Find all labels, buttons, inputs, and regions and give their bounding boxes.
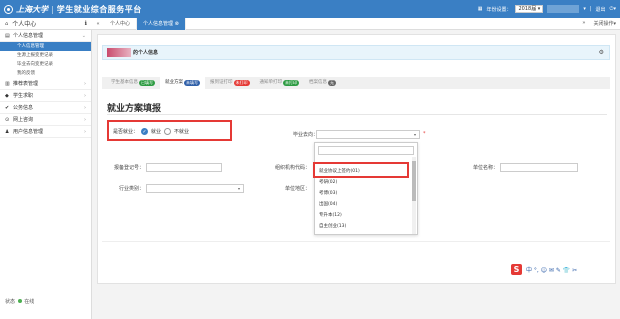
sidebar-info-icon[interactable]: ℹ — [85, 20, 87, 27]
industry-label: 行业类别： — [118, 186, 144, 192]
chevron-right-icon: › — [84, 92, 86, 99]
dropdown-option[interactable]: 自主创业(13) — [318, 222, 410, 230]
status-badge: 未填写 — [184, 80, 200, 86]
tab-personal-center[interactable]: 个人中心 — [104, 17, 138, 30]
chevron-right-icon: › — [84, 128, 86, 135]
reg-no-input[interactable] — [146, 163, 222, 172]
sidebar-item-job-search[interactable]: ◆ 学生求职 › — [0, 90, 91, 102]
chevron-right-icon: › — [84, 80, 86, 87]
sidebar-item-online-consult[interactable]: ⊙ 网上咨询 › — [0, 114, 91, 126]
tab-controls: » 关闭操作▾ — [582, 20, 620, 27]
document-icon: ▥ — [5, 80, 10, 87]
chat-icon: ⊙ — [5, 116, 10, 123]
sidebar-item-personal-info[interactable]: ▤ 个人信息管理 ⌄ — [0, 30, 91, 42]
close-operations-menu[interactable]: 关闭操作▾ — [593, 20, 616, 27]
title-separator: | — [51, 4, 54, 14]
chevron-right-icon: › — [84, 104, 86, 111]
check-icon: ✔ — [5, 104, 10, 111]
title-divider — [107, 114, 607, 115]
top-bar: 上海大学 | 学生就业综合服务平台 ▦ 年份设置： 2018届 ▾ ▾ | 退出… — [0, 0, 620, 18]
ime-tools-icon[interactable]: 中 °, ☺ ✉ ✎ 👕 ✂ — [526, 265, 577, 274]
sidebar-subitem-personal-info[interactable]: 个人信息管理 — [0, 42, 91, 51]
tab-personal-info[interactable]: 个人信息管理 ⊗ — [137, 17, 186, 30]
dropdown-option[interactable]: 考博(03) — [318, 189, 410, 198]
briefcase-icon: ◆ — [5, 92, 9, 99]
status-badge: 未打印 — [233, 80, 250, 86]
dropdown-scrollbar-thumb[interactable] — [412, 161, 416, 201]
unit-name-input[interactable] — [500, 163, 578, 172]
sidebar-subitem-destination-change[interactable]: 毕业去向变更记录 — [0, 60, 91, 69]
page-title: 就业方案填报 — [107, 104, 162, 114]
unit-name-label: 单位名称： — [472, 165, 498, 171]
chevron-right-icon: › — [84, 116, 86, 123]
user-name-pill[interactable] — [547, 5, 580, 13]
form-divider — [102, 241, 610, 242]
status-badge: 无 — [328, 80, 336, 86]
dropdown-search-input[interactable] — [318, 146, 414, 155]
ime-toolbar: S 中 °, ☺ ✉ ✎ 👕 ✂ — [509, 263, 613, 276]
chevron-down-icon: ▾ — [413, 132, 416, 137]
user-icon: ♟ — [5, 128, 10, 135]
dropdown-option[interactable]: 考研(02) — [318, 178, 410, 187]
subtab-report-cert[interactable]: 报到证打印 未打印 — [205, 77, 255, 89]
personal-info-bar: 的个人信息 ⚙ — [102, 45, 610, 60]
highlight-box-employed — [107, 120, 232, 141]
app-title: 学生就业综合服务平台 — [56, 4, 142, 14]
user-card-icon: ▤ — [5, 32, 10, 39]
sidebar-subitem-feedback[interactable]: 我的反馈 — [0, 69, 91, 78]
sidebar-header-label: 个人中心 — [12, 21, 37, 28]
subtabs: 学生基本信息 已填写 就业方案 未填写 报到证打印 未打印 通知单打印 未打印 … — [102, 77, 610, 89]
student-name-redacted — [107, 48, 131, 57]
user-menu-chevron-icon[interactable]: ▾ — [583, 6, 586, 12]
status-badge: 已填写 — [139, 80, 155, 86]
dropdown-option[interactable]: 专升本(12) — [318, 211, 410, 220]
year-label: 年份设置： — [486, 6, 512, 13]
logout-link[interactable]: 退出 — [596, 6, 606, 13]
tab-scroll-left-icon[interactable]: « — [92, 21, 104, 27]
sidebar-subitem-source-change[interactable]: 生源上报变更记录 — [0, 51, 91, 60]
top-right-controls: ▦ 年份设置： 2018届 ▾ ▾ | 退出 ⏻▾ — [478, 0, 616, 18]
tab-scroll-right-icon[interactable]: » — [582, 20, 585, 27]
school-name: 上海大学 — [16, 3, 48, 14]
calendar-icon: ▦ — [477, 6, 483, 12]
unit-region-label: 单位地区： — [284, 186, 310, 192]
ime-logo-icon[interactable]: S — [511, 264, 522, 275]
grad-dest-label: 毕业去向： — [292, 132, 318, 138]
status-badge: 未打印 — [283, 80, 299, 86]
sidebar-item-public-info[interactable]: ✔ 公务信息 › — [0, 102, 91, 114]
chevron-down-icon: ⌄ — [81, 32, 86, 39]
required-marker: * — [423, 131, 426, 137]
industry-select[interactable]: ▾ — [146, 184, 244, 193]
personal-info-title: 的个人信息 — [133, 50, 159, 56]
power-icon[interactable]: ⏻▾ — [610, 6, 616, 12]
gear-icon[interactable]: ⚙ — [599, 49, 604, 56]
subtab-employment-plan[interactable]: 就业方案 未填写 — [160, 77, 205, 89]
logo-mark-icon — [4, 4, 13, 14]
home-icon: ⌂ — [5, 20, 9, 27]
reg-no-label: 报备登记号： — [113, 165, 144, 171]
logout-separator: | — [589, 6, 592, 12]
chevron-down-icon: ▾ — [237, 186, 240, 191]
logo: 上海大学 | 学生就业综合服务平台 — [0, 4, 142, 15]
subtab-basic-info[interactable]: 学生基本信息 已填写 — [106, 77, 160, 89]
highlight-box-option — [313, 162, 409, 178]
subtab-notice-print[interactable]: 通知单打印 未打印 — [255, 77, 305, 89]
online-status: 状态 在线 — [5, 299, 35, 305]
close-icon[interactable]: ⊗ — [175, 21, 179, 27]
org-code-label: 组织机构代码： — [274, 165, 310, 171]
sidebar: ▤ 个人信息管理 ⌄ 个人信息管理 生源上报变更记录 毕业去向变更记录 我的反馈… — [0, 30, 92, 319]
grad-dest-dropdown: 就业协议上签约(01) 考研(02) 考博(03) 出国(04) 专升本(12)… — [314, 142, 418, 235]
sidebar-item-user-info[interactable]: ♟ 用户信息管理 › — [0, 126, 91, 138]
year-select[interactable]: 2018届 ▾ — [515, 5, 544, 13]
status-dot-icon — [17, 299, 22, 303]
dropdown-option[interactable]: 出国(04) — [318, 200, 410, 209]
grad-dest-select[interactable]: ▾ — [316, 130, 420, 139]
sidebar-item-recommendation[interactable]: ▥ 推荐表管理 › — [0, 78, 91, 90]
sidebar-header[interactable]: ⌂ 个人中心 ℹ — [0, 18, 92, 30]
tab-bar: « 个人中心 个人信息管理 ⊗ » 关闭操作▾ — [92, 17, 620, 30]
subtab-archive-info[interactable]: 档案信息 无 — [304, 77, 341, 89]
